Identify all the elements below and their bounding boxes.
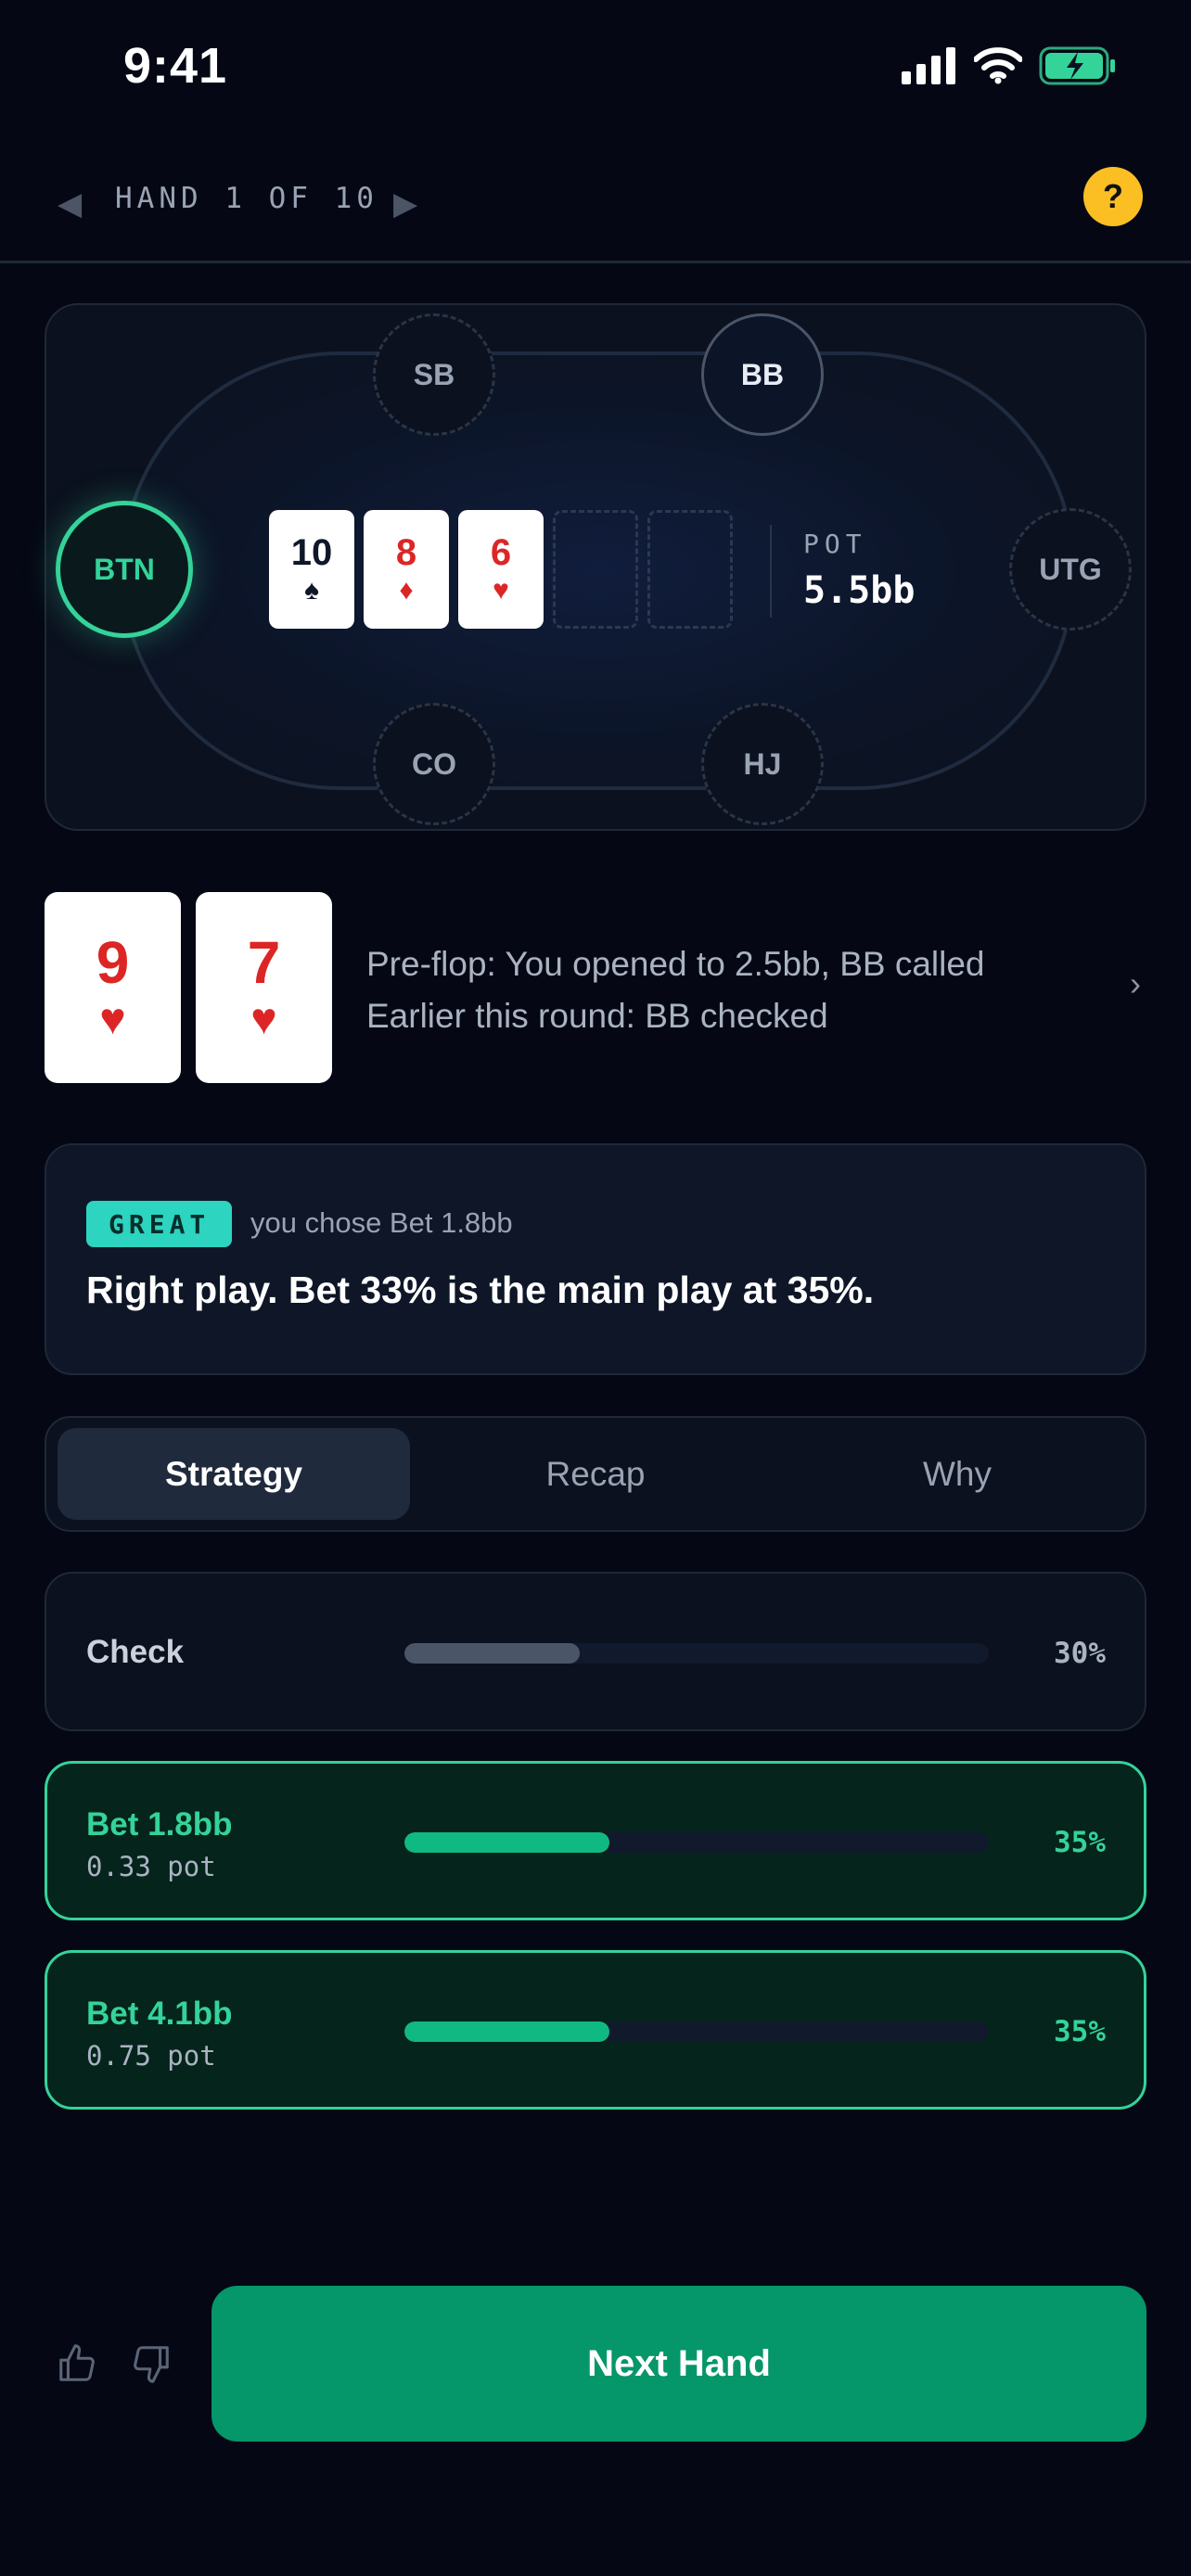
- card-suit: ♥: [99, 995, 126, 1044]
- board-card: 10 ♠: [269, 510, 354, 629]
- frequency-bar: [404, 2021, 989, 2042]
- action-percent: 30%: [1054, 1637, 1106, 1670]
- frequency-bar: [404, 1832, 989, 1853]
- action-name: Bet 1.8bb: [86, 1806, 233, 1843]
- thumbs-down-icon[interactable]: [130, 2342, 173, 2385]
- tab-recap[interactable]: Recap: [419, 1428, 772, 1520]
- card-suit: ♥: [250, 995, 277, 1044]
- seat-co: CO: [373, 703, 495, 825]
- board-card: 6 ♥: [458, 510, 544, 629]
- card-rank: 8: [395, 532, 417, 573]
- action-percent: 35%: [1054, 2015, 1106, 2048]
- card-suit: ♦: [399, 575, 414, 606]
- frequency-bar-fill: [404, 1832, 609, 1853]
- card-rank: 10: [290, 532, 333, 573]
- tab-why[interactable]: Why: [781, 1428, 1133, 1520]
- chosen-action: you chose Bet 1.8bb: [250, 1206, 513, 1239]
- pot-divider: [770, 525, 772, 618]
- hole-card: 9 ♥: [45, 892, 181, 1083]
- action-name: Check: [86, 1634, 185, 1670]
- seat-hj: HJ: [701, 703, 824, 825]
- card-suit: ♠: [304, 575, 319, 606]
- frequency-bar-fill: [404, 1643, 580, 1664]
- wifi-icon: [974, 47, 1022, 84]
- action-sizing: 0.33 pot: [86, 1851, 216, 1882]
- card-suit: ♥: [493, 575, 509, 606]
- hole-card: 7 ♥: [196, 892, 332, 1083]
- board-slot-empty: [647, 510, 733, 629]
- action-percent: 35%: [1054, 1826, 1106, 1859]
- board-slot-empty: [553, 510, 638, 629]
- next-hand-icon[interactable]: ▶: [393, 185, 417, 223]
- card-rank: 7: [247, 929, 281, 996]
- action-history[interactable]: Pre-flop: You opened to 2.5bb, BB called…: [366, 938, 985, 1042]
- board-card: 8 ♦: [364, 510, 449, 629]
- frequency-bar-fill: [404, 2021, 609, 2042]
- seat-btn: BTN: [56, 501, 193, 638]
- action-name: Bet 4.1bb: [86, 1996, 233, 2032]
- history-line: Earlier this round: BB checked: [366, 997, 828, 1035]
- hand-counter: HAND 1 OF 10: [115, 182, 378, 215]
- verdict-card: [45, 1143, 1146, 1375]
- action-sizing: 0.75 pot: [86, 2040, 216, 2072]
- next-hand-button[interactable]: Next Hand: [211, 2286, 1146, 2442]
- help-button[interactable]: ?: [1083, 167, 1143, 226]
- prev-hand-icon[interactable]: ◀: [58, 185, 82, 223]
- pot-value: 5.5bb: [803, 569, 916, 612]
- tab-strategy[interactable]: Strategy: [58, 1428, 410, 1520]
- thumbs-up-icon[interactable]: [56, 2342, 98, 2385]
- seat-utg: UTG: [1009, 508, 1132, 631]
- frequency-bar: [404, 1643, 989, 1664]
- chevron-right-icon[interactable]: ›: [1130, 964, 1141, 1003]
- card-rank: 9: [96, 929, 130, 996]
- battery-charging-icon: [1039, 46, 1115, 85]
- verdict-message: Right play. Bet 33% is the main play at …: [86, 1269, 875, 1311]
- status-time: 9:41: [123, 38, 228, 94]
- seat-sb: SB: [373, 313, 495, 436]
- pot-label: POT: [803, 529, 867, 559]
- status-icons: [902, 46, 1117, 85]
- signal-icon: [902, 47, 955, 84]
- seat-bb: BB: [701, 313, 824, 436]
- verdict-badge: GREAT: [86, 1201, 233, 1247]
- card-rank: 6: [490, 532, 512, 573]
- history-line: Pre-flop: You opened to 2.5bb, BB called: [366, 945, 985, 983]
